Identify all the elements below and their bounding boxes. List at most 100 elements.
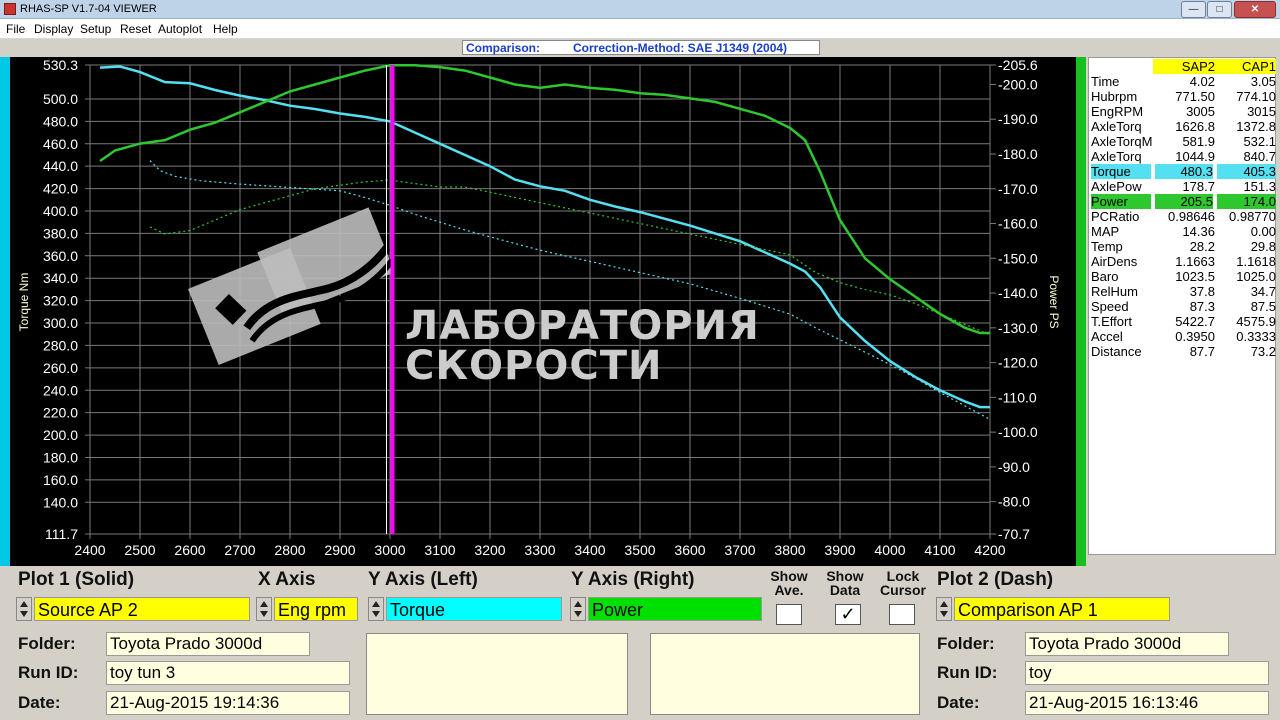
yleft-spinner-icon[interactable] xyxy=(368,597,384,621)
y-left-tick-label: 420.0 xyxy=(43,181,78,197)
x-tick-label: 3100 xyxy=(424,542,455,558)
y-right-tick-label: -180.0 xyxy=(998,146,1038,162)
xaxis-heading: X Axis xyxy=(258,569,316,590)
show-ave-checkbox[interactable] xyxy=(776,604,802,625)
y-right-tick-label: -130.0 xyxy=(998,320,1038,336)
x-tick-label: 3200 xyxy=(474,542,505,558)
value-cap1: 3015 xyxy=(1247,104,1276,119)
chart-svg[interactable]: ЛАБОРАТОРИЯ СКОРОСТИ 2400 2500 2600 2700 280… xyxy=(10,57,1076,566)
x-tick-label: 4200 xyxy=(974,542,1005,558)
y-left-tick-label: 280.0 xyxy=(43,337,78,353)
row-label: AxleTorq xyxy=(1091,149,1142,164)
minimize-button[interactable]: — xyxy=(1181,1,1206,18)
x-tick-label: 3600 xyxy=(674,542,705,558)
data-row: AxleTorq 1626.8 1372.8 xyxy=(1089,119,1277,134)
value-sap2: 1044.9 xyxy=(1175,149,1215,164)
value-cap1: 151.3 xyxy=(1243,179,1276,194)
notes-box-1[interactable] xyxy=(366,633,628,715)
value-cap1: 1025.0 xyxy=(1236,269,1276,284)
run2-date-field[interactable]: 21-Aug-2015 16:13:46 xyxy=(1025,691,1269,715)
value-cap1: 774.10 xyxy=(1236,89,1276,104)
value-cap1: 29.8 xyxy=(1250,239,1276,254)
xaxis-select[interactable]: Eng rpm xyxy=(274,597,358,621)
value-cap1: 1.1618 xyxy=(1236,254,1276,269)
value-sap2: 178.7 xyxy=(1182,179,1215,194)
value-sap2: 1626.8 xyxy=(1175,119,1215,134)
data-row: AxleTorqM 581.9 532.1 xyxy=(1089,134,1277,149)
run1-date-field[interactable]: 21-Aug-2015 19:14:36 xyxy=(106,691,350,715)
value-sap2: 28.2 xyxy=(1189,239,1215,254)
menu-reset[interactable]: Reset xyxy=(120,22,151,36)
run1-date-label: Date: xyxy=(18,693,61,712)
run1-folder-field[interactable]: Toyota Prado 3000d xyxy=(106,632,310,656)
plot1-spinner-icon[interactable] xyxy=(16,597,32,621)
y-left-tick-label: 260.0 xyxy=(43,360,78,376)
row-label: Hubrpm xyxy=(1091,89,1138,104)
data-row: Distance 87.7 73.2 xyxy=(1089,344,1277,359)
row-label: EngRPM xyxy=(1091,104,1144,119)
plot1-select[interactable]: Source AP 2 xyxy=(34,597,250,621)
data-row: PCRatio 0.98646 0.98770 xyxy=(1089,209,1277,224)
y-right-tick-label: -70.7 xyxy=(998,526,1030,542)
run2-folder-field[interactable]: Toyota Prado 3000d xyxy=(1025,632,1229,656)
y-left-tick-label: 320.0 xyxy=(43,293,78,309)
correction-method: Correction-Method: SAE J1349 (2004) xyxy=(573,41,788,55)
row-label: AirDens xyxy=(1091,254,1138,269)
data-row: Speed 87.3 87.5 xyxy=(1089,299,1277,314)
x-tick-label: 4100 xyxy=(924,542,955,558)
menu-display[interactable]: Display xyxy=(34,22,73,36)
x-tick-label: 2400 xyxy=(74,542,105,558)
row-label: Speed xyxy=(1091,299,1129,314)
yright-select[interactable]: Power xyxy=(588,597,762,621)
value-cap1: 532.1 xyxy=(1243,134,1276,149)
data-row: RelHum 37.8 34.7 xyxy=(1089,284,1277,299)
value-sap2: 205.5 xyxy=(1155,194,1213,209)
y-left-tick-label: 240.0 xyxy=(43,382,78,398)
yright-spinner-icon[interactable] xyxy=(570,597,586,621)
column-header: CAP1 xyxy=(1215,59,1276,74)
plot2-select[interactable]: Comparison AP 1 xyxy=(954,597,1170,621)
dyno-chart[interactable]: ЛАБОРАТОРИЯ СКОРОСТИ 2400 2500 2600 2700 280… xyxy=(10,57,1076,566)
menu-file[interactable]: File xyxy=(6,22,25,36)
row-label: PCRatio xyxy=(1091,209,1140,224)
row-label: Power xyxy=(1091,194,1151,209)
watermark-line-2: СКОРОСТИ xyxy=(405,343,663,389)
run1-folder-label: Folder: xyxy=(18,634,76,653)
row-label: AxleTorq xyxy=(1091,119,1142,134)
data-row: Power 205.5 174.0 xyxy=(1089,194,1277,209)
close-button[interactable]: ✕ xyxy=(1234,1,1276,18)
y-left-tick-label: 500.0 xyxy=(43,91,78,107)
run2-runid-field[interactable]: toy xyxy=(1025,661,1269,685)
watermark: ЛАБОРАТОРИЯ СКОРОСТИ xyxy=(188,207,759,389)
left-axis-color-bar xyxy=(0,57,10,566)
data-row: T.Effort 5422.7 4575.9 xyxy=(1089,314,1277,329)
value-sap2: 4.02 xyxy=(1189,74,1215,89)
xaxis-spinner-icon[interactable] xyxy=(256,597,272,621)
value-cap1: 840.7 xyxy=(1243,149,1276,164)
menu-autoplot[interactable]: Autoplot xyxy=(158,22,202,36)
y-right-tick-label: -170.0 xyxy=(998,181,1038,197)
y-left-tick-label: 180.0 xyxy=(43,449,78,465)
yleft-select[interactable]: Torque xyxy=(386,597,562,621)
y-left-tick-label: 530.3 xyxy=(43,57,78,73)
lock-cursor-checkbox[interactable] xyxy=(889,604,915,625)
y-right-tick-label: -160.0 xyxy=(998,216,1038,232)
plot2-spinner-icon[interactable] xyxy=(936,597,952,621)
run1-runid-field[interactable]: toy tun 3 xyxy=(106,661,350,685)
x-tick-label: 2500 xyxy=(124,542,155,558)
run2-runid-label: Run ID: xyxy=(937,663,998,682)
y-left-tick-label: 400.0 xyxy=(43,203,78,219)
notes-box-2[interactable] xyxy=(650,633,920,715)
menu-help[interactable]: Help xyxy=(213,22,238,36)
y-right-tick-label: -140.0 xyxy=(998,285,1038,301)
menu-setup[interactable]: Setup xyxy=(80,22,111,36)
x-tick-label: 3800 xyxy=(774,542,805,558)
show-data-checkbox[interactable]: ✓ xyxy=(835,604,861,625)
data-table-header: SAP2 CAP1 xyxy=(1089,59,1277,74)
x-tick-label: 3400 xyxy=(574,542,605,558)
maximize-button[interactable]: □ xyxy=(1207,1,1232,18)
y-left-tick-label: 160.0 xyxy=(43,472,78,488)
y-right-tick-label: -80.0 xyxy=(998,494,1030,510)
comparison-label: Comparison: xyxy=(466,41,541,55)
y-left-tick-label: 220.0 xyxy=(43,405,78,421)
